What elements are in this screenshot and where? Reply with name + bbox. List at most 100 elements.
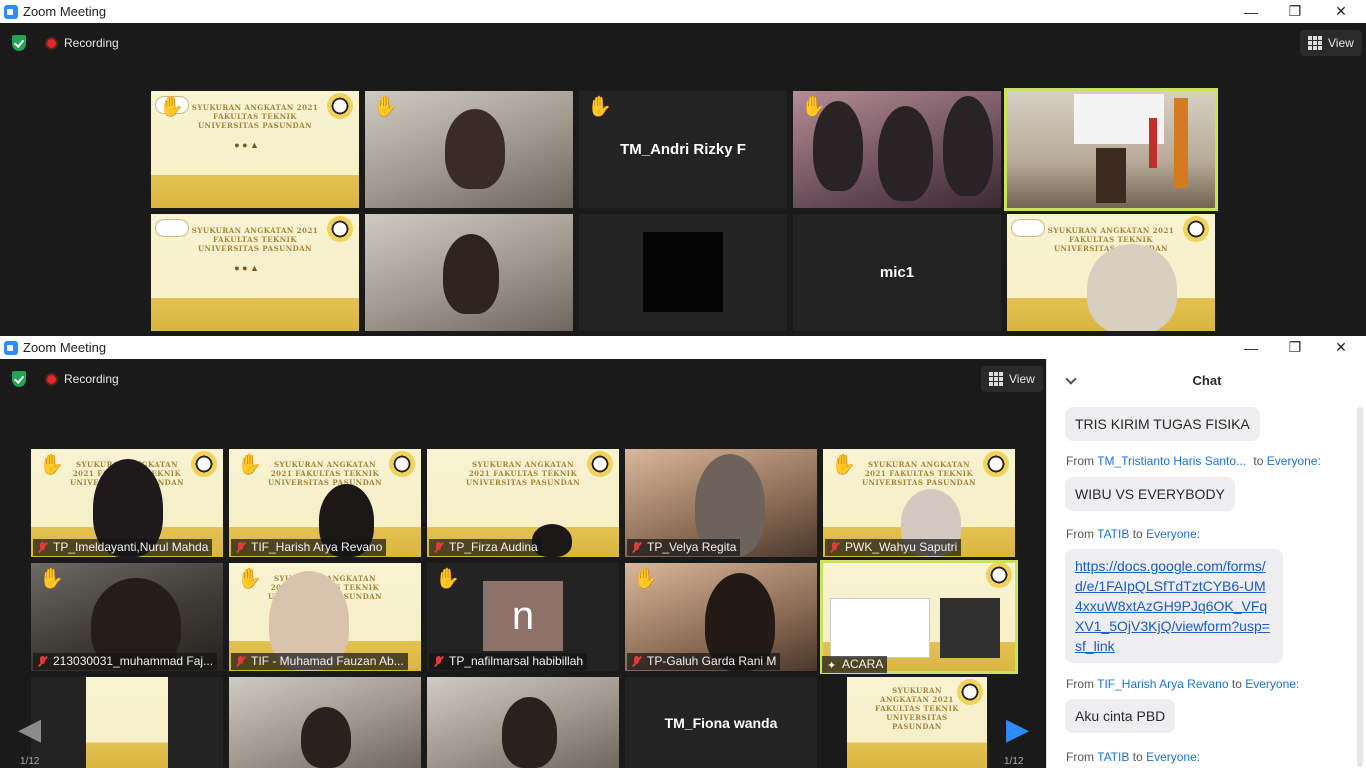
event-banner: SYUKURAN ANGKATAN 2021 FAKULTAS TEKNIK U… xyxy=(465,459,581,487)
restore-button[interactable]: ❐ xyxy=(1272,336,1318,359)
participant-video xyxy=(502,697,557,768)
recording-icon[interactable] xyxy=(45,36,58,50)
next-page-arrow-icon[interactable]: ▶ xyxy=(1006,712,1029,747)
event-banner: SYUKURAN ANGKATAN 2021 FAKULTAS TEKNIK U… xyxy=(191,102,319,130)
sun-decoration xyxy=(191,451,218,478)
video-tile[interactable]: SYUKURAN ANGKATAN 2021 FAKULTAS TEKNIK U… xyxy=(847,677,987,768)
chat-message: TRIS KIRIM TUGAS FISIKA xyxy=(1065,407,1260,441)
video-tile[interactable] xyxy=(229,677,421,768)
close-button[interactable]: ✕ xyxy=(1318,336,1364,359)
sender-name[interactable]: TIF_Harish Arya Revano xyxy=(1097,677,1228,691)
participant-name: TM_Andri Rizky F xyxy=(620,141,746,158)
pin-icon: ✦ xyxy=(827,660,837,672)
video-tile[interactable]: ✋ xyxy=(365,91,573,208)
raised-hand-icon: ✋ xyxy=(159,96,184,118)
raised-hand-icon: ✋ xyxy=(435,568,460,590)
title-bar: Zoom Meeting — ❐ ✕ xyxy=(0,336,1366,359)
video-tile[interactable]: SYUKURAN ANGKATAN 2021 FAKULTAS TEKNIK U… xyxy=(151,214,359,331)
video-tile[interactable]: ✋ 213030031_muhammad Faj... xyxy=(31,563,223,671)
mic-muted-icon xyxy=(235,542,246,553)
sender-name[interactable]: TM_Tristianto Haris Santo... xyxy=(1097,454,1246,468)
video-tile[interactable]: SYUKURAN ANGKATAN 2021 FAKULTAS TEKNIK U… xyxy=(229,563,421,671)
sender-name[interactable]: TATIB xyxy=(1097,750,1129,764)
restore-button[interactable]: ❐ xyxy=(1272,0,1318,23)
video-tile[interactable]: SYUKURAN ANGKATAN 2021 FAKULTAS TEKNIK U… xyxy=(229,449,421,557)
view-button[interactable]: View xyxy=(1300,30,1362,56)
event-banner: SYUKURAN ANGKATAN 2021 FAKULTAS TEKNIK U… xyxy=(861,459,977,487)
video-tile-active-speaker[interactable] xyxy=(1004,88,1218,211)
mic-muted-icon xyxy=(433,656,444,667)
chat-panel: Chat TRIS KIRIM TUGAS FISIKA From TM_Tri… xyxy=(1046,359,1366,768)
participant-name-label: TP_Velya Regita xyxy=(627,539,741,556)
video-tile[interactable] xyxy=(31,677,223,768)
participant-name-label: TP-Galuh Garda Rani M xyxy=(627,653,781,670)
raised-hand-icon: ✋ xyxy=(831,454,856,476)
title-bar: Zoom Meeting — ❐ ✕ xyxy=(0,0,1366,23)
sender-name[interactable]: TATIB xyxy=(1097,527,1129,541)
zoom-app-icon xyxy=(4,4,18,19)
video-tile[interactable]: ✋ TP-Galuh Garda Rani M xyxy=(625,563,817,671)
video-tile[interactable] xyxy=(579,214,787,331)
minimize-button[interactable]: — xyxy=(1228,336,1274,359)
video-tile[interactable]: ✋ xyxy=(793,91,1001,208)
recording-label[interactable]: Recording xyxy=(64,36,119,50)
zoom-app-icon xyxy=(4,340,18,355)
view-button[interactable]: View xyxy=(981,366,1043,392)
chat-message-link[interactable]: https://docs.google.com/forms/d/e/1FAIpQ… xyxy=(1065,549,1283,663)
sun-decoration xyxy=(986,562,1013,589)
video-tile[interactable]: TM_Fiona wanda xyxy=(625,677,817,768)
from-word: From xyxy=(1066,750,1094,764)
sun-decoration xyxy=(587,451,614,478)
university-logos: ● ● ▲ xyxy=(234,263,259,274)
raised-hand-icon: ✋ xyxy=(373,96,398,118)
close-button[interactable]: ✕ xyxy=(1318,0,1364,23)
security-shield-icon[interactable] xyxy=(12,35,26,51)
recipient-name: Everyone: xyxy=(1146,527,1201,541)
shared-screen-preview xyxy=(830,598,930,658)
video-tile[interactable]: SYUKURAN ANGKATAN 2021 FAKULTAS TEKNIK U… xyxy=(1007,214,1215,331)
video-tile[interactable] xyxy=(427,677,619,768)
raised-hand-icon: ✋ xyxy=(39,454,64,476)
raised-hand-icon: ✋ xyxy=(39,568,64,590)
video-tile[interactable]: mic1 xyxy=(793,214,1001,331)
previous-page-arrow-icon[interactable]: ◀ xyxy=(18,712,41,747)
participant-video xyxy=(301,707,351,768)
event-banner: SYUKURAN ANGKATAN 2021 FAKULTAS TEKNIK U… xyxy=(875,686,959,732)
participant-name: ACARA xyxy=(842,657,884,671)
participant-name-label: ✦ ACARA xyxy=(822,656,888,673)
video-tile-active-speaker[interactable]: ✦ ACARA xyxy=(820,560,1018,674)
recipient-name: Everyone: xyxy=(1146,750,1201,764)
participant-video xyxy=(878,106,933,201)
video-tile[interactable]: TP_Velya Regita xyxy=(625,449,817,557)
video-tile[interactable]: SYUKURAN ANGKATAN 2021 FAKULTAS TEKNIK U… xyxy=(427,449,619,557)
recording-label[interactable]: Recording xyxy=(64,372,119,386)
page-indicator-left: 1/12 xyxy=(20,756,40,767)
security-shield-icon[interactable] xyxy=(12,371,26,387)
shared-screen-gallery xyxy=(940,598,1000,658)
chat-message: WIBU VS EVERYBODY xyxy=(1065,477,1235,511)
video-tile[interactable]: SYUKURAN ANGKATAN 2021 FAKULTAS TEKNIK U… xyxy=(823,449,1015,557)
participant-name: TP_Firza Audina xyxy=(449,540,538,554)
sun-decoration xyxy=(326,216,353,243)
window-title: Zoom Meeting xyxy=(23,4,107,19)
chevron-down-icon[interactable] xyxy=(1065,373,1077,385)
chat-scrollbar[interactable] xyxy=(1357,407,1363,767)
chat-title: Chat xyxy=(1192,372,1222,388)
sun-decoration xyxy=(389,451,416,478)
mic-muted-icon xyxy=(433,542,444,553)
window-title: Zoom Meeting xyxy=(23,340,107,355)
to-word: to xyxy=(1132,750,1143,764)
raised-hand-icon: ✋ xyxy=(633,568,658,590)
minimize-button[interactable]: — xyxy=(1228,0,1274,23)
participant-name-label: TP_Firza Audina xyxy=(429,539,542,556)
video-tile[interactable]: ✋ TM_Andri Rizky F xyxy=(579,91,787,208)
recording-icon[interactable] xyxy=(45,372,58,386)
chat-sender-line: From TATIB to Everyone: xyxy=(1066,527,1200,541)
mic-muted-icon xyxy=(631,542,642,553)
video-tile[interactable]: SYUKURAN ANGKATAN 2021 FAKULTAS TEKNIK U… xyxy=(151,91,359,208)
participant-name-label: TP_nafilmarsal habibillah xyxy=(429,653,588,670)
video-tile[interactable] xyxy=(365,214,573,331)
video-tile[interactable]: n ✋ TP_nafilmarsal habibillah xyxy=(427,563,619,671)
video-tile[interactable]: SYUKURAN ANGKATAN 2021 FAKULTAS TEKNIK U… xyxy=(31,449,223,557)
raised-hand-icon: ✋ xyxy=(801,96,826,118)
